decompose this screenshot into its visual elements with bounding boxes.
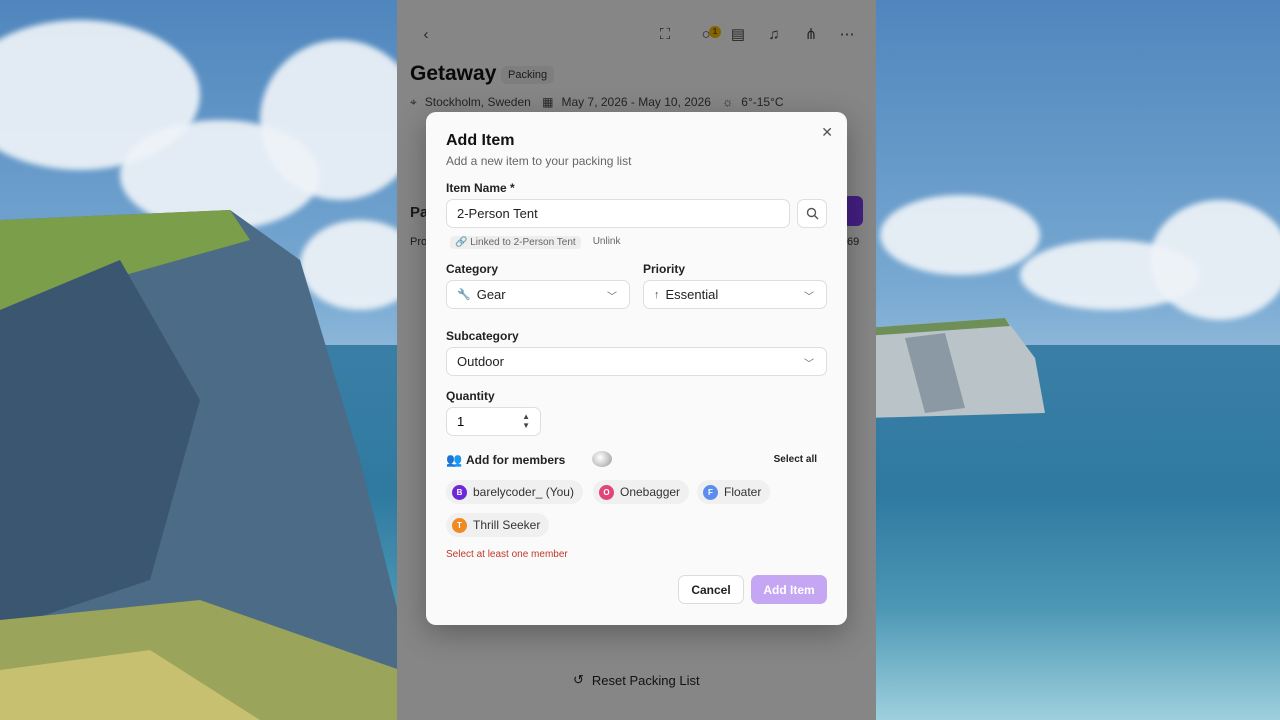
member-name: Thrill Seeker — [473, 518, 541, 532]
chevron-down-icon: ﹀ — [607, 292, 617, 303]
linked-info: 🔗 Linked to 2-Person Tent Unlink — [450, 236, 620, 249]
search-icon — [806, 207, 818, 220]
category-select[interactable]: 🔧 Gear ﹀ — [446, 280, 630, 309]
member-error-text: Select at least one member — [446, 549, 568, 560]
chevron-down-icon: ﹀ — [804, 292, 814, 303]
chevron-down-icon: ﹀ — [804, 359, 814, 370]
members-label: Add for members — [466, 453, 566, 467]
cliff-right — [865, 318, 1045, 418]
category-label: Category — [446, 262, 499, 276]
wrench-icon: 🔧 — [457, 289, 471, 301]
select-all-button[interactable]: Select all — [774, 454, 817, 465]
item-search-button[interactable] — [797, 199, 827, 228]
link-icon: 🔗 — [455, 237, 468, 248]
member-chip-onebagger[interactable]: O Onebagger — [593, 480, 690, 504]
member-name: Onebagger — [620, 485, 681, 499]
priority-value: Essential — [665, 287, 719, 302]
item-name-input[interactable]: 2-Person Tent — [446, 199, 790, 228]
cliff-left — [0, 210, 400, 720]
quantity-stepper[interactable]: 1 ▲ ▼ — [446, 407, 541, 436]
cancel-button[interactable]: Cancel — [678, 575, 744, 604]
avatar: F — [703, 484, 718, 500]
members-header: 👥 Add for members Select all — [446, 451, 829, 471]
priority-select[interactable]: ↑ Essential ﹀ — [643, 280, 827, 309]
cloud — [1150, 200, 1280, 320]
subcategory-label: Subcategory — [446, 329, 519, 343]
add-item-button[interactable]: Add Item — [751, 575, 827, 604]
subcategory-value: Outdoor — [457, 354, 504, 369]
member-chip-thrill-seeker[interactable]: T Thrill Seeker — [446, 513, 550, 537]
priority-label: Priority — [643, 262, 686, 276]
member-chip-barelycoder[interactable]: B barelycoder_ (You) — [446, 480, 583, 504]
quantity-label: Quantity — [446, 389, 495, 403]
cursor-icon — [592, 451, 612, 467]
member-name: barelycoder_ (You) — [473, 485, 574, 499]
item-name-value: 2-Person Tent — [457, 206, 538, 221]
linked-text: Linked to 2-Person Tent — [470, 237, 576, 248]
avatar: T — [452, 517, 467, 533]
subcategory-select[interactable]: Outdoor ﹀ — [446, 347, 827, 376]
member-chip-floater[interactable]: F Floater — [697, 480, 771, 504]
close-icon[interactable]: ✕ — [821, 124, 833, 141]
item-name-label: Item Name * — [446, 181, 515, 195]
cloud — [880, 195, 1040, 275]
cloud — [260, 40, 420, 200]
member-name: Floater — [724, 485, 762, 499]
dialog-subtitle: Add a new item to your packing list — [446, 154, 632, 168]
unlink-button[interactable]: Unlink — [593, 236, 621, 249]
avatar: B — [452, 484, 467, 500]
arrow-up-icon: ↑ — [654, 288, 660, 301]
category-value: Gear — [476, 287, 506, 302]
avatar: O — [599, 484, 614, 500]
linked-chip: 🔗 Linked to 2-Person Tent — [450, 236, 581, 249]
dialog-title: Add Item — [446, 132, 515, 149]
stepper-arrows-icon[interactable]: ▲ ▼ — [522, 412, 530, 430]
add-item-dialog: ✕ Add Item Add a new item to your packin… — [426, 112, 847, 625]
users-icon: 👥 — [446, 452, 463, 467]
quantity-value: 1 — [457, 414, 465, 429]
